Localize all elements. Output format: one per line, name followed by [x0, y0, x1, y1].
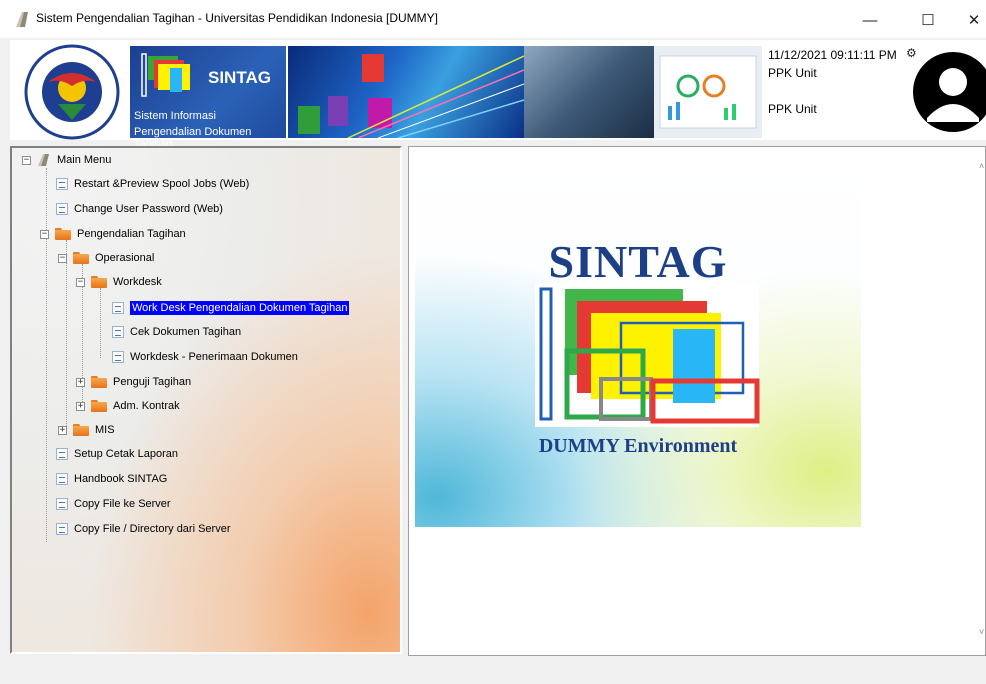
document-icon [56, 498, 68, 510]
tree-connector [100, 288, 101, 358]
tree-item-cek-dokumen[interactable]: Cek Dokumen Tagihan [112, 322, 241, 342]
collapse-toggle[interactable]: − [40, 229, 49, 239]
tree-item-label: Copy File ke Server [74, 498, 171, 510]
document-icon [112, 351, 124, 363]
document-icon [56, 523, 68, 535]
folder-icon [91, 276, 107, 288]
tree-item-label: Adm. Kontrak [113, 400, 180, 412]
folder-icon [73, 252, 89, 264]
expand-toggle[interactable]: + [76, 401, 85, 411]
document-icon [56, 178, 68, 190]
tree-item-copy-file-server[interactable]: Copy File ke Server [56, 494, 171, 514]
document-icon [112, 302, 124, 314]
tree-item-handbook[interactable]: Handbook SINTAG [56, 469, 167, 489]
environment-label: DUMMY Environment [538, 435, 738, 457]
tree-item-label: Pengendalian Tagihan [77, 228, 186, 240]
window-title: Sistem Pengendalian Tagihan - Universita… [36, 11, 438, 25]
close-button[interactable]: ✕ [954, 6, 986, 34]
banner-photo [524, 46, 654, 138]
university-seal-icon [24, 44, 120, 140]
tree-item-pengendalian-tagihan[interactable]: − Pengendalian Tagihan [40, 224, 186, 244]
dashboard-charts-icon [659, 55, 757, 129]
document-icon [56, 448, 68, 460]
tree-item-label: Change User Password (Web) [74, 203, 223, 215]
sintag-logo-icon [535, 283, 760, 427]
tree-item-change-password[interactable]: Change User Password (Web) [56, 199, 223, 219]
tree-item-label: Penguji Tagihan [113, 376, 192, 388]
minimize-button[interactable]: — [850, 6, 890, 34]
sintag-mini-logo-icon [141, 53, 190, 97]
user-unit-line2: PPK Unit [768, 102, 817, 116]
banner-lines-graphic [298, 54, 524, 138]
tree-item-label: Cek Dokumen Tagihan [130, 326, 242, 338]
avatar[interactable] [913, 52, 986, 132]
title-bar: Sistem Pengendalian Tagihan - Universita… [0, 0, 986, 38]
document-icon [56, 473, 68, 485]
tree-item-label: Handbook SINTAG [74, 473, 168, 485]
tree-item-label: Copy File / Directory dari Server [74, 523, 231, 535]
folder-icon [73, 424, 89, 436]
tree-item-penguji-tagihan[interactable]: + Penguji Tagihan [76, 372, 191, 392]
tree-item-work-desk-pengendalian[interactable]: Work Desk Pengendalian Dokumen Tagihan [112, 298, 350, 318]
tree-item-workdesk[interactable]: − Workdesk [76, 272, 162, 292]
scroll-up-arrow[interactable]: ˄ [979, 161, 984, 171]
tree-item-penerimaan-dokumen[interactable]: Workdesk - Penerimaan Dokumen [112, 347, 298, 367]
maximize-button[interactable]: ☐ [908, 6, 948, 34]
sintag-banner-logo: SINTAG Sistem Informasi Pengendalian Dok… [130, 46, 286, 150]
document-icon [56, 203, 68, 215]
user-unit-line1: PPK Unit [768, 66, 817, 80]
tree-item-label: Setup Cetak Laporan [74, 448, 178, 460]
scroll-down-arrow[interactable]: ˅ [979, 627, 984, 637]
collapse-toggle[interactable]: − [58, 253, 67, 263]
app-icon [16, 12, 28, 27]
expand-toggle[interactable]: + [76, 377, 85, 387]
folder-icon [91, 400, 107, 412]
tree-item-mis[interactable]: + MIS [58, 420, 115, 440]
system-subtitle-line1: Sistem Informasi [134, 110, 216, 122]
tree-item-label: Operasional [95, 252, 155, 264]
tree-item-operasional[interactable]: − Operasional [58, 248, 154, 268]
tree-item-copy-directory[interactable]: Copy File / Directory dari Server [56, 519, 231, 539]
tree-item-label: MIS [95, 424, 115, 436]
tree-item-setup-cetak-laporan[interactable]: Setup Cetak Laporan [56, 444, 178, 464]
main-menu-icon [38, 154, 49, 166]
folder-icon [55, 228, 71, 240]
navigation-tree-panel: − Main Menu Restart &Preview Spool Jobs … [10, 146, 402, 654]
splash-image: SINTAG DUMMY Environment [415, 155, 861, 527]
current-datetime: 11/12/2021 09:11:11 PM [768, 48, 897, 62]
tree-item-label: Workdesk [113, 276, 162, 288]
banner-dashboard-image [654, 46, 762, 138]
menu-tree: − Main Menu Restart &Preview Spool Jobs … [12, 148, 400, 652]
user-icon [927, 68, 979, 122]
tree-item-label: Restart &Preview Spool Jobs (Web) [74, 178, 250, 190]
tree-item-label: Work Desk Pengendalian Dokumen Tagihan [130, 301, 350, 315]
tree-item-main-menu[interactable]: − Main Menu [22, 150, 111, 170]
tree-item-label: Main Menu [57, 154, 112, 166]
content-panel: SINTAG DUMMY Environment ˄ ˅ [408, 146, 986, 656]
tree-item-restart-preview[interactable]: Restart &Preview Spool Jobs (Web) [56, 174, 249, 194]
tree-connector [66, 240, 67, 430]
tree-item-label: Workdesk - Penerimaan Dokumen [130, 351, 298, 363]
document-icon [112, 326, 124, 338]
expand-toggle[interactable]: + [58, 425, 67, 435]
tree-item-adm-kontrak[interactable]: + Adm. Kontrak [76, 396, 180, 416]
header-banner: SINTAG Sistem Informasi Pengendalian Dok… [10, 40, 986, 150]
collapse-toggle[interactable]: − [22, 155, 31, 165]
gear-icon[interactable]: ⚙ [906, 46, 917, 60]
banner-artwork [288, 46, 524, 138]
collapse-toggle[interactable]: − [76, 277, 85, 287]
folder-icon [91, 376, 107, 388]
brand-name: SINTAG [208, 68, 271, 87]
